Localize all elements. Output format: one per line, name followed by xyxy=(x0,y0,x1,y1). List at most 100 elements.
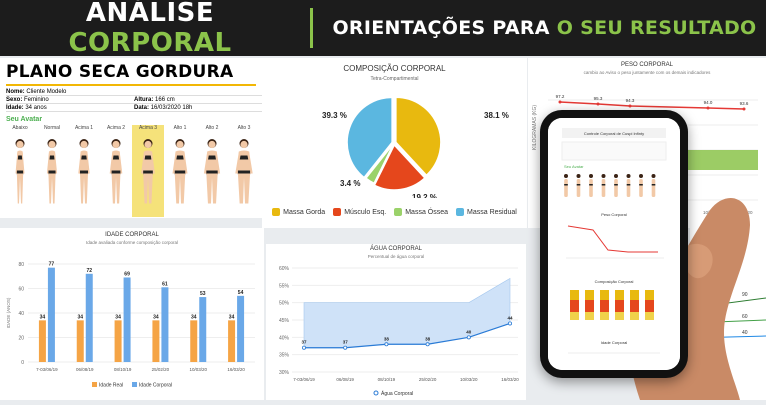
composition-legend: Massa Gorda Músculo Esq. Massa Óssea Massa … xyxy=(262,208,527,216)
water-legend: Água Corporal xyxy=(381,390,413,397)
avatar-8: Alto 3 xyxy=(228,125,260,217)
weight-subtitle: cambio ao Aviso o peso juntamente com os… xyxy=(583,70,711,75)
legend-item: Massa Gorda xyxy=(272,208,325,216)
water-value-label: 44 xyxy=(507,315,513,320)
avatar-figure xyxy=(172,139,188,204)
avatar-figure xyxy=(15,139,25,204)
weight-value-label: 95.3 xyxy=(594,96,603,101)
age-bar xyxy=(152,320,160,362)
age-xtick: 10/03/20 xyxy=(189,367,207,372)
water-title: ÁGUA CORPORAL xyxy=(369,246,422,252)
water-card: ÁGUA CORPORAL Percentual de água corpora… xyxy=(266,244,526,400)
banner-right-green: O SEU RESULTADO xyxy=(556,17,757,39)
water-value-label: 37 xyxy=(301,340,307,345)
phone-screen: Controle Corporal de Cuspi Infinty Seu A… xyxy=(548,118,680,370)
legend-item: Massa Óssea xyxy=(394,208,448,216)
avatar-figure xyxy=(235,139,253,204)
age-bar xyxy=(161,287,169,362)
age-bar-label: 61 xyxy=(162,281,168,287)
pie-label-2: 19.2 % xyxy=(412,193,437,198)
avatar-6: Alto 1 xyxy=(164,125,196,217)
avatar-1: Abaixo xyxy=(4,125,36,217)
age-card: IDADE CORPORAL Idade avaliada conforme c… xyxy=(0,228,264,400)
pie-label-3: 3.4 % xyxy=(340,179,360,188)
age-bar-label: 69 xyxy=(124,271,130,277)
age-bar xyxy=(85,273,93,362)
phone-weight-title: Peso Corporal xyxy=(601,212,627,217)
composition-subtitle: Tetra-Compartimental xyxy=(370,76,419,82)
age-bar xyxy=(190,320,198,362)
title-banner: ANÁLISE CORPORAL ORIENTAÇÕES PARA O SEU … xyxy=(0,0,766,58)
age-bar xyxy=(114,320,122,362)
banner-right-title: ORIENTAÇÕES PARA O SEU RESULTADO xyxy=(323,17,766,39)
water-ytick: 30% xyxy=(279,370,290,376)
data-value: 16/03/2020 18h xyxy=(150,105,193,111)
age-bar xyxy=(123,277,131,362)
age-bar-label: 77 xyxy=(49,262,55,268)
age-xtick: 25/02/20 xyxy=(152,367,170,372)
legend-swatch xyxy=(394,208,403,216)
avatar-row: Abaixo Normal Acima 1 Acima 2 Acima 3 Alto 1A… xyxy=(4,125,262,217)
age-title: IDADE CORPORAL xyxy=(105,232,159,238)
water-value-label: 38 xyxy=(384,336,390,341)
age-bar-label: 54 xyxy=(238,290,244,296)
phone-report: Controle Corporal de Cuspi Infinty Seu A… xyxy=(548,118,680,370)
client-info: Nome: Cliente Modelo Sexo: Feminino Altu… xyxy=(6,88,262,112)
age-bar-chart: 0 20 40 60 80 IDADE (ANOS) 34 77 7-03/06/19 34 72 0… xyxy=(6,262,255,389)
age-bar xyxy=(47,267,55,362)
weight-value-label: 94.3 xyxy=(626,98,635,103)
legend-item: Músculo Esq. xyxy=(333,208,386,216)
composition-title: COMPOSIÇÃO CORPORAL xyxy=(343,64,446,73)
age-ytick: 60 xyxy=(18,287,24,293)
water-area-chart: 30% 35% 40% 45% 50% 55% 60% 37 7-03/06/19 37 06/08… xyxy=(279,266,519,397)
weight-value-label: 97.2 xyxy=(556,94,565,99)
nome-label: Nome: xyxy=(6,89,25,95)
legend-swatch xyxy=(456,208,465,216)
water-xtick: 16/03/20 xyxy=(501,377,519,382)
water-ytick: 35% xyxy=(279,353,290,359)
age-bar xyxy=(237,295,245,362)
avatar-figure xyxy=(203,139,221,204)
avatar-3: Acima 1 xyxy=(68,125,100,217)
age-ytick: 20 xyxy=(18,336,24,342)
weight-line xyxy=(559,101,745,110)
phone-age-title: Idade Corporal xyxy=(601,340,628,345)
altura-label: Altura: xyxy=(134,97,154,103)
avatar-title: Seu Avatar xyxy=(6,116,43,123)
avatar-figure xyxy=(46,139,58,204)
age-bar xyxy=(199,297,207,362)
phone-avatar-title: Seu Avatar xyxy=(564,164,584,169)
legend-swatch xyxy=(272,208,281,216)
age-bar-label: 34 xyxy=(153,314,159,320)
age-bar-label: 34 xyxy=(191,314,197,320)
age-ytick: 80 xyxy=(18,262,24,268)
avatar-2: Normal xyxy=(36,125,68,217)
age-bar-label: 34 xyxy=(77,314,83,320)
age-legend-item: Idade Real xyxy=(99,383,123,389)
age-bar xyxy=(228,320,236,362)
empty-cell xyxy=(134,88,262,96)
avatar-figure xyxy=(109,139,123,204)
water-ytick: 50% xyxy=(279,301,290,307)
age-ytick: 40 xyxy=(18,311,24,317)
age-ytick: 0 xyxy=(21,360,24,366)
age-bar-label: 34 xyxy=(229,314,235,320)
water-xtick: 08/10/19 xyxy=(378,377,396,382)
age-bar-label: 34 xyxy=(40,314,46,320)
avatar-4: Acima 2 xyxy=(100,125,132,217)
water-xtick: 7-03/06/19 xyxy=(293,377,315,382)
water-ytick: 60% xyxy=(279,266,290,272)
sexo-value: Feminino xyxy=(24,97,49,103)
age-xtick: 7-03/06/19 xyxy=(36,367,58,372)
plan-rule xyxy=(6,84,256,86)
age-bar xyxy=(76,320,84,362)
age-xtick: 06/08/19 xyxy=(76,367,94,372)
water-ytick: 40% xyxy=(279,335,290,341)
age-legend-item: Idade Corporal xyxy=(139,383,172,389)
age-ylabel: IDADE (ANOS) xyxy=(6,297,11,328)
phone-title: Controle Corporal de Cuspi Infinty xyxy=(584,131,644,136)
age-bar xyxy=(38,320,46,362)
water-value-label: 37 xyxy=(343,340,349,345)
banner-divider xyxy=(310,8,313,48)
water-ytick: 55% xyxy=(279,283,290,289)
